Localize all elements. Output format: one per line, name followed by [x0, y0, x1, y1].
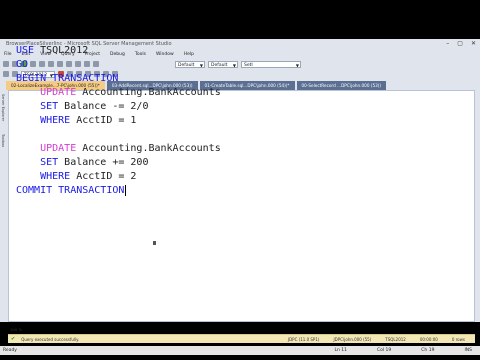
side-panel-strip: Server Explorer Toolbox: [0, 90, 7, 312]
server-explorer-tab[interactable]: Server Explorer: [1, 94, 5, 121]
query-status-bar: ✔ Query executed successfully. JDPC (11.…: [8, 334, 475, 343]
status-line: Ln 11: [334, 348, 347, 353]
back-icon[interactable]: [3, 61, 9, 67]
code-line: WHERE AcctID = 1: [40, 115, 137, 126]
status-column: Col 19: [376, 348, 392, 353]
query-rows: 0 rows: [451, 336, 465, 342]
code-line: SET Balance += 200: [40, 157, 149, 168]
query-server: JDPC (11.0 SP1): [287, 336, 320, 342]
chevron-down-icon: ▼: [232, 62, 236, 68]
close-button[interactable]: ✕: [471, 40, 476, 47]
code-line: COMMIT TRANSACTION: [16, 184, 127, 196]
status-bar: Ready Ln 11 Col 19 Ch 19 INS: [0, 346, 480, 355]
code-line: UPDATE Accounting.BankAccounts: [40, 143, 221, 154]
status-ready: Ready: [3, 348, 17, 353]
query-time: 00:00:00: [419, 336, 438, 342]
chevron-down-icon: ▼: [295, 62, 299, 68]
find-combo[interactable]: SetI ▼: [241, 60, 301, 68]
success-icon: ✔: [11, 336, 16, 342]
code-line: USE TSQL2012: [16, 45, 89, 56]
tab-select-record[interactable]: 00-SelectRecord ...DPC\john.000 (53)): [296, 81, 387, 90]
zoom-level[interactable]: 100 %: [10, 327, 22, 332]
connect-icon[interactable]: [3, 71, 9, 77]
query-status-message: Query executed successfully.: [21, 336, 80, 342]
maximize-button[interactable]: ▢: [457, 40, 463, 47]
code-line: GO: [16, 59, 29, 70]
minimize-button[interactable]: –: [446, 40, 449, 47]
window-controls: – ▢ ✕: [446, 40, 476, 47]
query-user: JDPC\john.000 (55): [333, 336, 372, 342]
code-line: BEGIN TRANSACTION: [16, 73, 119, 84]
sql-code[interactable]: USE TSQL2012 GO BEGIN TRANSACTION UPDATE A…: [16, 44, 221, 198]
menu-file[interactable]: File: [4, 52, 12, 57]
find-value: SetI: [244, 62, 253, 68]
status-char: Ch 19: [421, 348, 435, 353]
code-line: WHERE AcctID = 2: [40, 171, 137, 182]
mouse-cursor-icon: [153, 241, 156, 245]
code-line: UPDATE Accounting.BankAccounts: [40, 87, 221, 98]
status-mode: INS: [464, 348, 472, 353]
code-line: SET Balance -= 2/0: [40, 101, 149, 112]
query-database: TSQL2012: [385, 336, 406, 342]
toolbox-tab[interactable]: Toolbox: [1, 134, 5, 147]
